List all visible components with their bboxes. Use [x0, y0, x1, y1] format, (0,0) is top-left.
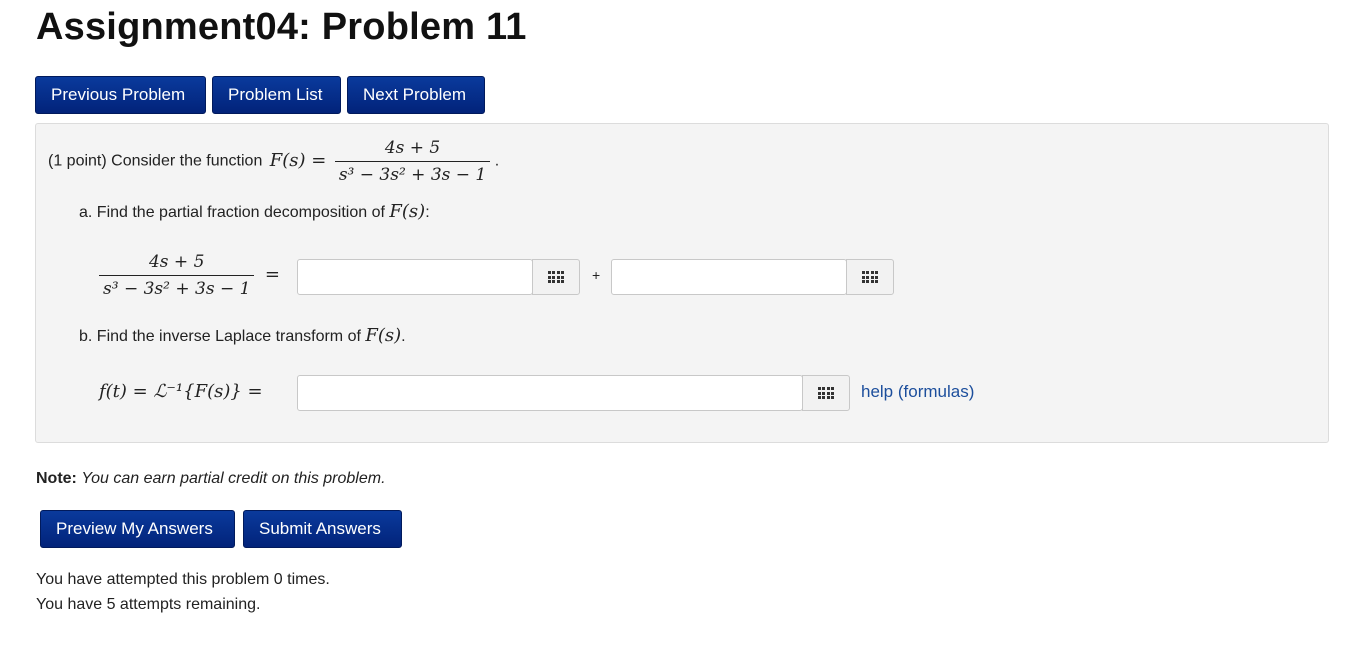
problem-list-button[interactable]: Problem List [212, 76, 341, 114]
problem-panel: (1 point) Consider the function F(s) = 4… [35, 123, 1329, 443]
part-a-symbol: F(s) [389, 201, 426, 222]
help-formulas-link[interactable]: help (formulas) [861, 382, 974, 402]
answer-input-3[interactable] [297, 375, 803, 411]
problem-navigation: Previous Problem Problem List Next Probl… [35, 76, 485, 114]
equals-sign: = [264, 263, 280, 285]
answer-input-2[interactable] [611, 259, 847, 295]
function-fraction: 4s + 5 s³ − 3s² + 3s − 1 [334, 138, 491, 185]
note-label: Note: [36, 470, 77, 487]
problem-intro-text: (1 point) Consider the function [48, 152, 263, 170]
previous-problem-button[interactable]: Previous Problem [35, 76, 206, 114]
part-b-symbol: F(s) [365, 325, 402, 346]
decomposition-denominator: s³ − 3s² + 3s − 1 [99, 275, 255, 299]
part-b-label: b. Find the inverse Laplace transform of… [79, 325, 406, 346]
part-a-suffix: : [425, 204, 430, 221]
part-b-text: b. Find the inverse Laplace transform of [79, 328, 361, 345]
decomposition-numerator: 4s + 5 [148, 252, 205, 272]
attempted-count: You have attempted this problem 0 times. [36, 571, 330, 588]
partial-credit-note: Note: You can earn partial credit on thi… [36, 470, 386, 488]
inverse-laplace-lhs: f(t) = ℒ⁻¹{F(s)} = [99, 381, 263, 402]
grid-icon [861, 271, 879, 283]
grid-icon [547, 271, 565, 283]
part-a-text: a. Find the partial fraction decompositi… [79, 204, 385, 221]
note-text: You can earn partial credit on this prob… [81, 470, 386, 487]
plus-sign: + [592, 267, 601, 283]
page-title: Assignment04: Problem 11 [36, 6, 527, 48]
fraction-denominator: s³ − 3s² + 3s − 1 [334, 161, 491, 185]
part-a-label: a. Find the partial fraction decompositi… [79, 201, 430, 222]
grid-icon [817, 387, 835, 399]
submit-answers-button[interactable]: Submit Answers [243, 510, 402, 548]
answer-input-1[interactable] [297, 259, 533, 295]
next-problem-button[interactable]: Next Problem [347, 76, 485, 114]
decomposition-fraction: 4s + 5 s³ − 3s² + 3s − 1 [99, 252, 255, 299]
equation-editor-button-2[interactable] [846, 259, 894, 295]
fraction-numerator: 4s + 5 [384, 138, 441, 158]
equation-editor-button-1[interactable] [532, 259, 580, 295]
part-a-equation: 4s + 5 s³ − 3s² + 3s − 1 = [99, 252, 280, 299]
attempts-status: You have attempted this problem 0 times.… [36, 567, 330, 617]
attempts-remaining: You have 5 attempts remaining. [36, 596, 261, 613]
submit-actions: Preview My Answers Submit Answers [40, 510, 402, 548]
function-lhs: F(s) = [269, 149, 327, 171]
part-b-suffix: . [401, 328, 406, 345]
preview-answers-button[interactable]: Preview My Answers [40, 510, 235, 548]
problem-statement: (1 point) Consider the function F(s) = 4… [48, 138, 499, 185]
statement-period: . [494, 152, 500, 170]
equation-editor-button-3[interactable] [802, 375, 850, 411]
